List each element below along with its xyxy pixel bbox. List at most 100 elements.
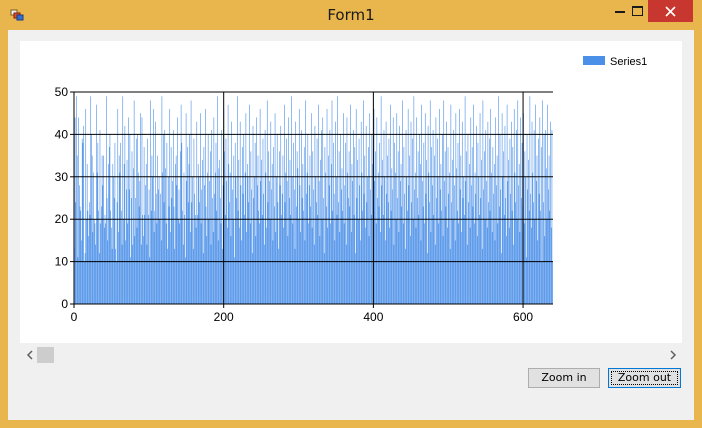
bar xyxy=(260,181,262,304)
bar xyxy=(131,151,133,304)
bar xyxy=(502,176,504,304)
bar xyxy=(434,244,436,304)
bar xyxy=(395,172,396,304)
title-bar[interactable]: Form1 xyxy=(0,0,702,30)
bar xyxy=(85,108,87,305)
bar xyxy=(385,240,386,304)
bar xyxy=(509,138,511,304)
chart-control[interactable]: 0 10 20 30 40 50 0 200 400 600 Series1 xyxy=(20,41,682,343)
bar xyxy=(493,193,494,304)
bar xyxy=(254,142,256,304)
maximize-button[interactable] xyxy=(623,0,651,22)
bar xyxy=(253,198,255,304)
bar xyxy=(76,96,77,304)
bar xyxy=(550,121,551,305)
zoom-out-button[interactable]: Zoom out xyxy=(608,368,681,388)
bar xyxy=(299,185,301,304)
bar xyxy=(366,202,368,304)
bar xyxy=(536,155,538,304)
bar xyxy=(126,159,128,304)
bar xyxy=(348,151,350,304)
bar xyxy=(511,210,513,304)
bar xyxy=(343,223,345,304)
bar xyxy=(95,244,97,304)
bar xyxy=(334,240,336,304)
x-tick-label: 200 xyxy=(214,310,234,324)
bar xyxy=(209,151,211,304)
close-button[interactable] xyxy=(648,0,693,22)
bar xyxy=(402,223,404,304)
bar xyxy=(302,164,304,304)
bar xyxy=(217,96,218,304)
bar xyxy=(392,117,394,304)
bar xyxy=(237,96,238,304)
bar xyxy=(362,210,363,304)
bar xyxy=(512,147,514,304)
bar xyxy=(165,223,167,304)
bar xyxy=(432,185,433,304)
bar xyxy=(106,198,108,304)
bar xyxy=(265,172,267,304)
bar xyxy=(242,147,243,304)
bar xyxy=(365,125,367,304)
bar xyxy=(413,96,415,304)
bar xyxy=(219,198,221,304)
scroll-thumb[interactable] xyxy=(37,347,54,363)
bar xyxy=(447,227,448,304)
bar xyxy=(340,189,342,304)
bar xyxy=(115,248,116,304)
bar xyxy=(377,198,378,304)
bar xyxy=(235,176,237,304)
zoom-in-button[interactable]: Zoom in xyxy=(528,368,600,388)
bar xyxy=(184,214,185,304)
bar xyxy=(320,159,321,304)
bar xyxy=(531,121,533,305)
bar xyxy=(227,227,228,304)
bar xyxy=(451,202,452,304)
bar xyxy=(361,172,363,304)
bar xyxy=(128,189,130,304)
bar xyxy=(246,231,247,304)
bar xyxy=(496,155,498,304)
bar xyxy=(219,159,220,304)
bar xyxy=(160,240,162,304)
bar xyxy=(465,181,467,304)
bar xyxy=(474,172,476,304)
bar xyxy=(234,257,235,304)
bar xyxy=(335,176,337,304)
bar xyxy=(382,214,384,304)
bar xyxy=(263,193,264,304)
bar xyxy=(390,210,392,304)
bar xyxy=(459,189,461,304)
bar xyxy=(258,210,259,304)
bar xyxy=(424,223,425,304)
bar xyxy=(461,121,463,305)
bar xyxy=(96,172,98,304)
bar xyxy=(230,236,232,304)
bar xyxy=(471,185,472,304)
bar xyxy=(380,96,382,304)
bar xyxy=(286,138,287,304)
bar xyxy=(480,198,482,304)
bar xyxy=(142,214,143,304)
bar xyxy=(529,96,531,304)
bar xyxy=(170,231,171,304)
horizontal-scrollbar[interactable] xyxy=(20,346,682,364)
bar xyxy=(170,147,172,304)
bar xyxy=(322,117,324,304)
bar xyxy=(383,130,385,304)
bar xyxy=(457,142,459,304)
bar xyxy=(145,164,147,304)
bar xyxy=(441,210,442,304)
bar xyxy=(515,202,516,304)
bar xyxy=(166,142,168,304)
bar xyxy=(360,240,361,304)
bar xyxy=(333,142,334,304)
bar xyxy=(164,130,166,304)
bar xyxy=(391,168,393,304)
bar xyxy=(244,172,246,304)
bar xyxy=(486,181,487,304)
bar xyxy=(249,223,251,304)
bar xyxy=(251,189,252,304)
bar xyxy=(397,198,398,304)
